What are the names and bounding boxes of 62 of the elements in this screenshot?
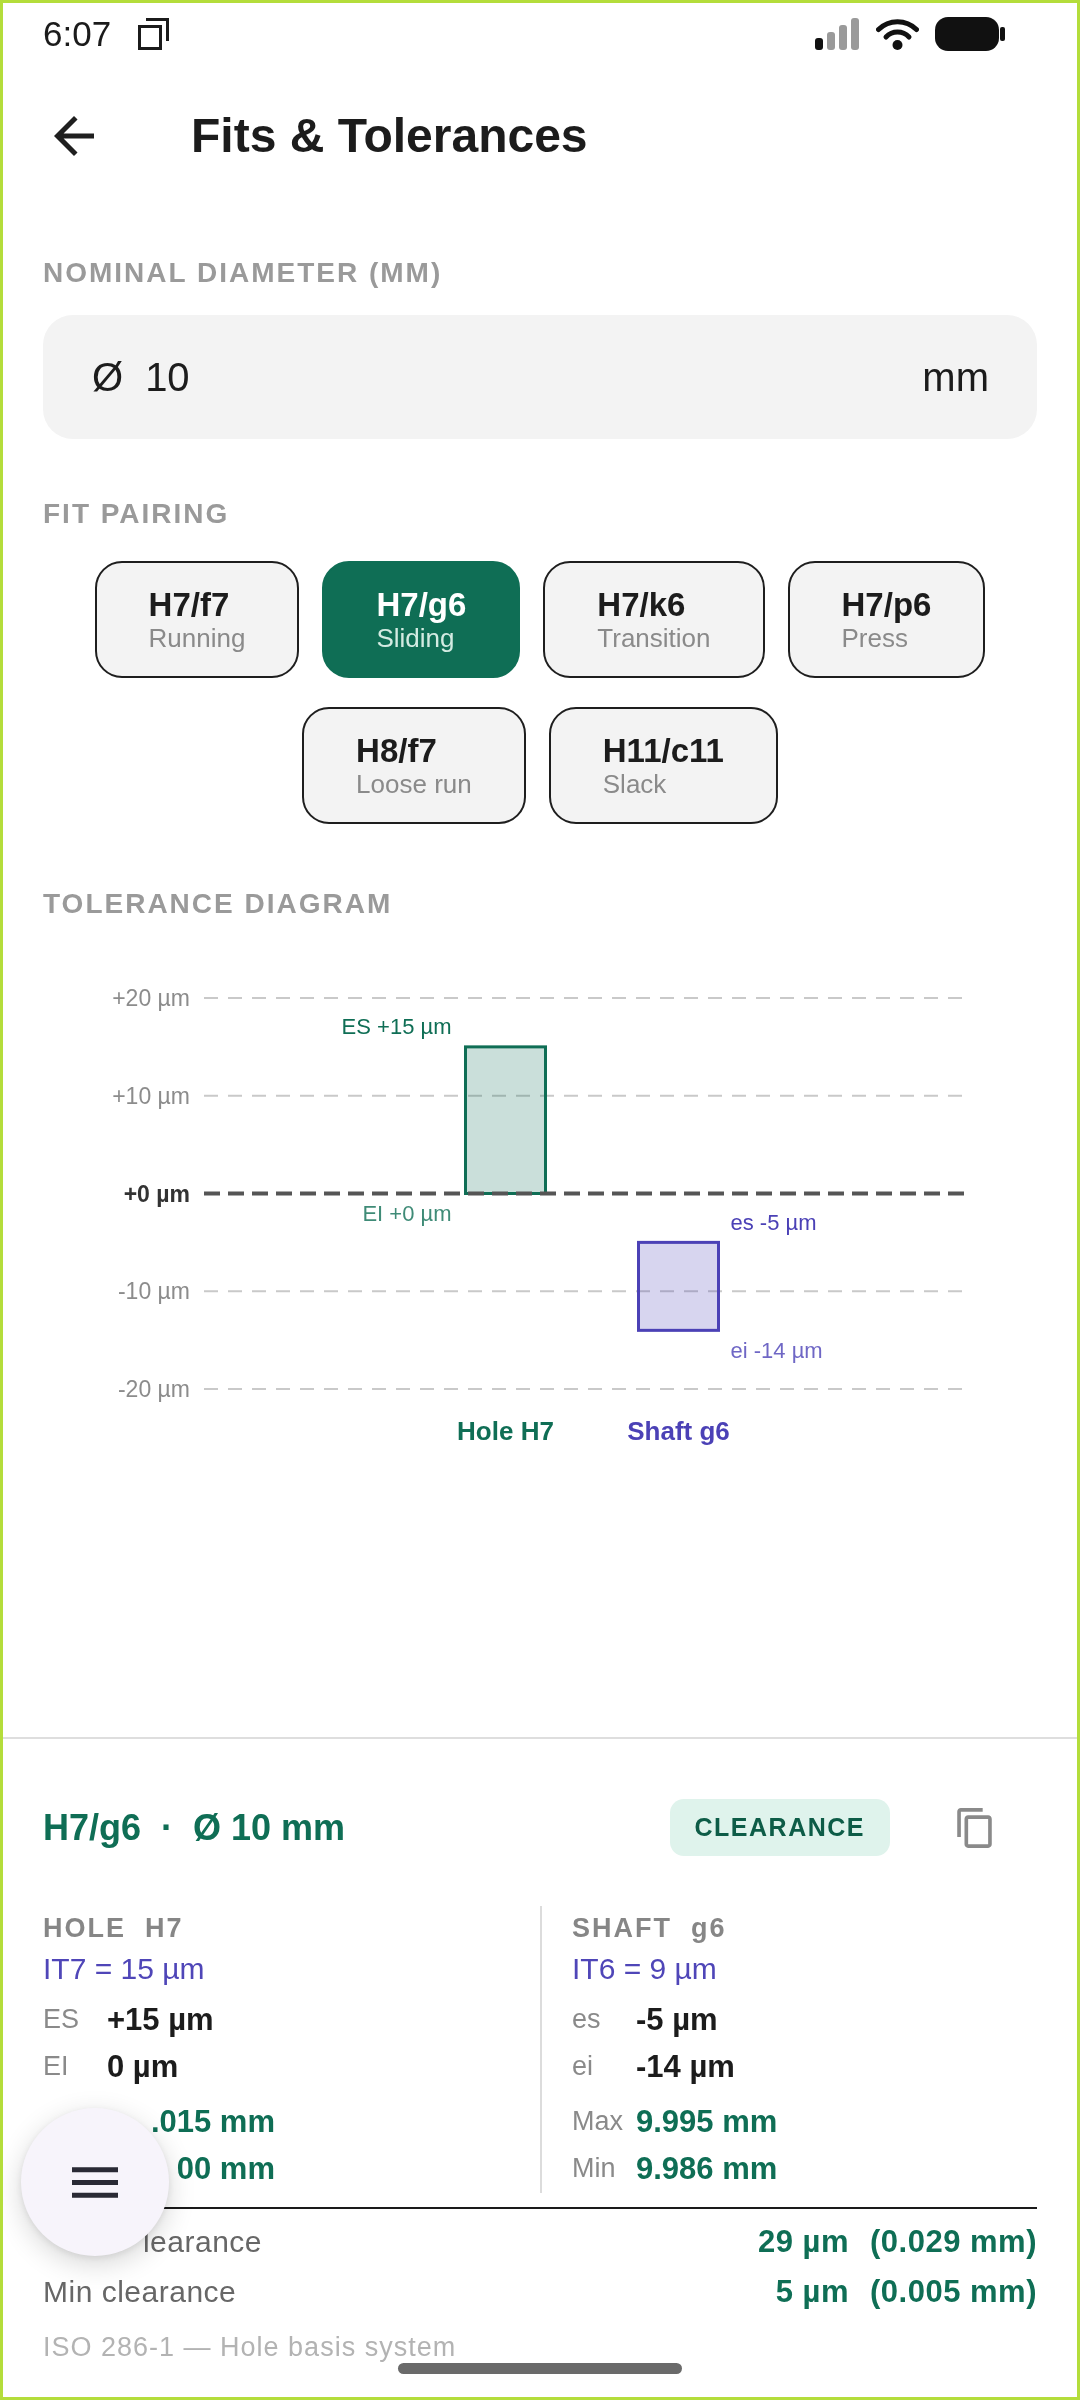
summary-value: (0.005 mm) [870, 2274, 1037, 2310]
wifi-icon [876, 18, 919, 50]
tolerance-grade: IT6 = 9 µm [572, 1951, 717, 1987]
copy-icon [957, 1807, 992, 1848]
status-time: 6:07 [43, 14, 112, 54]
category-label: Shaft g6 [627, 1416, 730, 1446]
stat-value: -5 µm [636, 2001, 718, 2038]
section-label: FIT PAIRING [43, 497, 230, 531]
deviation-label: EI +0 µm [362, 1201, 452, 1226]
back-button[interactable] [54, 116, 94, 156]
diameter-symbol: Ø [92, 354, 124, 400]
column-heading: HOLE H7 [43, 1912, 184, 1945]
deviation-label: ei -14 µm [730, 1337, 823, 1363]
stat-value: 9.986 mm [636, 2150, 778, 2187]
copy-button[interactable] [957, 1807, 992, 1848]
fit-chip[interactable]: H7/k6 Transition [543, 561, 765, 678]
tolerance-grade: IT7 = 15 µm [43, 1951, 205, 1987]
fit-result-title: H7/g6 · Ø 10 mm [43, 1806, 346, 1849]
deviation-label: es -5 µm [730, 1209, 817, 1235]
signal-icon [815, 18, 860, 50]
stat-label: ei [572, 2051, 593, 2082]
axis-tick-label: +0 µm [123, 1180, 190, 1207]
diameter-value: 10 [145, 354, 190, 400]
section-label: NOMINAL DIAMETER (MM) [43, 256, 443, 290]
summary-label: Min clearance [43, 2275, 237, 2309]
axis-tick-label: -20 µm [117, 1376, 190, 1402]
column-heading: SHAFT g6 [572, 1912, 727, 1945]
stat-label: ES [43, 2004, 80, 2035]
summary-value: 29 µm [758, 2224, 850, 2260]
summary-value: (0.029 mm) [870, 2224, 1037, 2260]
fit-chip[interactable]: H7/g6 Sliding [322, 561, 521, 678]
axis-tick-label: +20 µm [112, 985, 190, 1011]
stat-value: -14 µm [636, 2048, 735, 2085]
summary-label: learance [142, 2225, 262, 2259]
category-label: Hole H7 [457, 1416, 554, 1446]
stat-value: 0 µm [107, 2048, 179, 2085]
menu-icon [72, 2166, 118, 2198]
stat-value: .015 mm [150, 2103, 275, 2140]
overlapping-squares-icon [138, 18, 170, 50]
stat-label: Max [572, 2106, 623, 2137]
stat-label: es [572, 2004, 601, 2035]
footnote: ISO 286-1 — Hole basis system [43, 2331, 457, 2364]
axis-tick-label: +10 µm [112, 1082, 190, 1109]
stat-value: 00 mm [176, 2150, 275, 2187]
fit-type-badge: CLEARANCE [669, 1799, 890, 1856]
deviation-label: ES +15 µm [341, 1014, 452, 1040]
fit-chip[interactable]: H11/c11 Slack [548, 707, 778, 824]
stat-value: +15 µm [107, 2001, 214, 2038]
page-title: Fits & Tolerances [191, 108, 588, 164]
stat-value: 9.995 mm [636, 2103, 778, 2140]
unit-label: mm [922, 354, 989, 400]
battery-icon [935, 17, 1005, 51]
back-arrow-icon [54, 116, 94, 156]
fit-chip[interactable]: H7/f7 Running [94, 561, 300, 678]
axis-tick-label: -10 µm [117, 1278, 190, 1305]
section-label: TOLERANCE DIAGRAM [43, 887, 393, 921]
stat-label: Min [572, 2153, 616, 2184]
fit-chip[interactable]: H7/p6 Press [787, 561, 986, 678]
diameter-field[interactable]: Ø 10 mm [43, 315, 1037, 439]
summary-value: 5 µm [775, 2274, 850, 2310]
stat-label: EI [43, 2051, 69, 2082]
fit-chip[interactable]: H8/f7 Loose run [302, 707, 526, 824]
